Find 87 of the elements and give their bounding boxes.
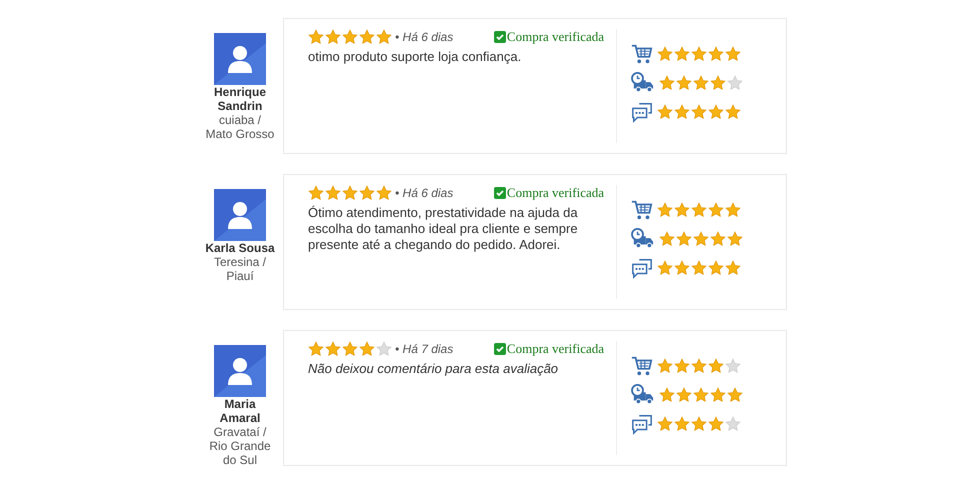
shopping-cart-icon [631,355,653,377]
review-date: • Há 6 dias [395,184,454,202]
star-icon [708,358,724,374]
star-icon [727,387,743,403]
star-icon [359,28,375,45]
shopping-cart-icon [631,43,653,65]
star-icon [674,260,690,276]
star-icon [674,358,690,374]
star-icon [657,260,673,276]
checkmark-icon [494,186,506,199]
star-icon [674,46,690,62]
star-icon [693,75,709,91]
chat-bubbles-icon [631,413,653,435]
verified-purchase-label: Compra verificada [506,184,604,202]
star-icon [674,202,690,218]
star-icon [710,231,726,247]
star-icon [659,231,675,247]
star-icon [674,416,690,432]
star-icon [708,416,724,432]
chat-bubbles-icon [631,101,653,123]
star-icon [342,184,358,201]
star-icon [691,104,707,120]
reviewer-location: cuiaba / Mato Grosso [204,113,276,141]
star-icon [342,28,358,45]
star-icon [308,184,324,201]
avatar [214,189,266,241]
star-icon [725,202,741,218]
star-icon [325,184,341,201]
star-icon [708,46,724,62]
star-icon [725,260,741,276]
no-comment-note: Não deixou comentário para esta avaliação [308,360,560,376]
avatar [214,33,266,85]
star-icon [308,340,324,357]
star-icon [710,387,726,403]
truck-with-clock-icon [631,228,655,250]
truck-with-clock-icon [631,384,655,406]
star-icon [691,358,707,374]
star-icon [693,387,709,403]
star-icon [376,184,392,201]
star-icon [676,75,692,91]
reviewer-name: Henrique Sandrin [212,85,267,113]
chat-bubbles-icon [631,257,653,279]
star-icon [691,46,707,62]
star-icon [725,46,741,62]
star-icon [657,104,673,120]
star-icon [308,28,324,45]
reviewer-location: Teresina / Piauí [212,255,268,283]
star-icon [710,75,726,91]
review-date: • Há 7 dias [395,340,454,358]
star-icon [708,260,724,276]
star-icon [725,104,741,120]
reviewer-name: Maria Amaral [218,397,262,425]
star-icon [674,104,690,120]
star-icon [359,184,375,201]
star-icon [708,202,724,218]
star-icon [659,75,675,91]
star-icon [325,28,341,45]
star-icon [376,28,392,45]
star-icon [727,231,743,247]
star-icon [657,46,673,62]
truck-with-clock-icon [631,72,655,94]
star-icon [693,231,709,247]
star-icon [342,340,358,357]
verified-purchase-label: Compra verificada [506,28,604,46]
star-icon [708,104,724,120]
star-icon [676,231,692,247]
review-text: Ótimo atendimento, prestatividade na ajuda da escolha do tamanho ideal pra cliente e sempre presente até a chegando do pedido. Adorei. [308,204,579,252]
checkmark-icon [494,342,506,355]
star-icon [359,340,375,357]
avatar [214,345,266,397]
review-date: • Há 6 dias [395,28,454,46]
star-icon [691,416,707,432]
reviewer-name: Karla Sousa [205,241,275,255]
reviewer-location: Gravataí / Rio Grande do Sul [208,425,272,467]
star-icon [657,416,673,432]
star-icon [325,340,341,357]
star-icon [691,260,707,276]
shopping-cart-icon [631,199,653,221]
review-text: otimo produto suporte loja confiança. [308,48,522,64]
star-icon [657,202,673,218]
star-icon [691,202,707,218]
verified-purchase-label: Compra verificada [506,340,604,358]
empty-star-icon [376,340,392,357]
star-icon [659,387,675,403]
star-icon [676,387,692,403]
checkmark-icon [494,30,506,43]
star-icon [657,358,673,374]
